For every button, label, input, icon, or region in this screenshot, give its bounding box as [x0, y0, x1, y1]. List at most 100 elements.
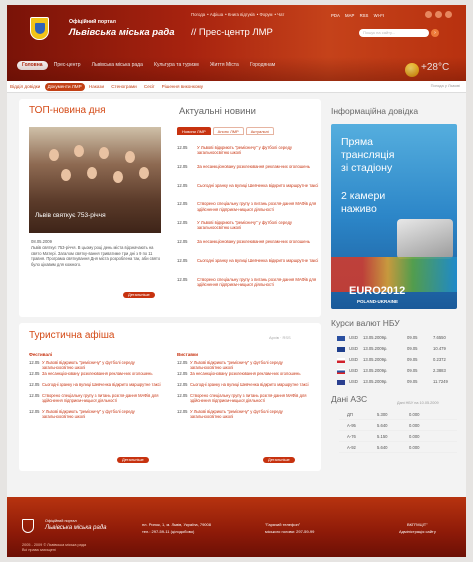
nav-item-culture[interactable]: Культура та туризм [149, 61, 204, 70]
top-link-chat[interactable]: Чат [277, 12, 284, 17]
list-item: 12.05 Створено спеціальну групу з питань … [177, 276, 317, 287]
list-item: 12.05 За несанкціоновану розклеювання рек… [29, 371, 153, 376]
archive-link[interactable]: Архів [269, 335, 279, 340]
exhibitions-more-button[interactable]: Детальніше [263, 457, 295, 463]
footer-copyright-1: 2005 - 2009 © Львівська міська рада [22, 543, 87, 547]
nav-item-council[interactable]: Львівська міська рада [87, 61, 148, 70]
footer-hotline-phone: міського голови: 297-59-99 [265, 529, 315, 534]
subnav-item-transcripts[interactable]: Стенограми [108, 83, 140, 91]
right-links: РDА МАР RSS WI-FI [331, 13, 388, 18]
tab-actual[interactable]: Актуальні [245, 127, 274, 135]
top-link-weather[interactable]: Погода [191, 12, 205, 17]
azs-note: Дані НБУ на 10.05.2009 [397, 401, 439, 405]
top-news-more-button[interactable]: Детальніше [123, 292, 155, 298]
list-item: 12.05 За несанкціоновану розклеювання рек… [177, 163, 310, 169]
footer-portal-title[interactable]: Львівська міська рада [45, 525, 107, 531]
table-row: А-95 5.640 0.000 [339, 421, 457, 431]
mail-icon[interactable] [435, 11, 442, 18]
banner-line-2: трансляція [341, 149, 395, 161]
footer-developer[interactable]: ВКП"МЦІТ" [407, 522, 428, 527]
sub-nav: Відділ довідки Документи ЛМР Накази Стен… [7, 81, 466, 93]
news-list: 12.05 У Львові відкриють "ремісничу" у фу… [177, 145, 321, 295]
nav-item-city-life[interactable]: Життя Міста [205, 61, 244, 70]
main-nav: Головна Прес-центр Львівська міська рада… [17, 61, 466, 72]
nav-item-home[interactable]: Головна [17, 61, 48, 70]
top-news-heading: ТОП-новина дня [29, 105, 106, 116]
footer-phone: тел.: 297-59-11 (цілодобово) [142, 529, 195, 534]
top-news-date: 08.05.2009 [31, 239, 52, 244]
table-row: А-76 5.150 0.000 [339, 432, 457, 442]
rss-link[interactable]: RSS [360, 13, 369, 18]
flag-icon [337, 336, 345, 341]
banner-line-3: зі стадіону [341, 162, 393, 174]
actual-news-heading: Актуальні новини [179, 106, 256, 117]
banner-sub-2: наживо [341, 203, 377, 215]
list-item: 12.05 За несанкціоновану розклеювання рек… [177, 238, 310, 244]
table-row: USD 13.05.2009р. 09.05 0.2372 [337, 355, 457, 365]
top-link-afisha[interactable]: Афіша [210, 12, 223, 17]
table-row: USD 13.05.2009р. 09.05 2.3883 [337, 366, 457, 376]
temperature: +28°C [421, 62, 450, 73]
subnav-item-sessions[interactable]: Сесії [141, 83, 157, 91]
search-input[interactable]: Пошук на сайту... [359, 29, 429, 37]
azs-heading: Дані АЗС [331, 394, 368, 404]
footer-hotline: "Гарячий телефон" [265, 522, 301, 527]
top-news-photo-caption[interactable]: Львів святкує 753-річчя [35, 212, 106, 219]
portal-title[interactable]: Львівська міська рада [69, 27, 175, 38]
footer-admin-link[interactable]: Адміністрація сайту [399, 529, 436, 534]
subnav-item-reference[interactable]: Відділ довідки [7, 83, 43, 91]
afisha-links: Архів · RSS [269, 335, 291, 340]
list-item: 12.05 Створено спеціальну групу з питань … [29, 393, 159, 404]
flag-icon [337, 347, 345, 352]
top-link-guestbook[interactable]: Книга відгуків [228, 12, 255, 17]
list-item: 12.05 У Львові відкриють "ремісничу" у фу… [177, 145, 292, 156]
pda-link[interactable]: РDА [331, 13, 340, 18]
camera-icon [397, 219, 453, 259]
festivals-more-button[interactable]: Детальніше [117, 457, 149, 463]
footer-portal-sub: Офіційний портал [45, 519, 77, 523]
tab-lmr-news[interactable]: Новини ЛМР [177, 127, 211, 135]
table-row: ДП 5.300 0.000 [339, 410, 457, 420]
list-item: 12.05 За несанкціоновану розклеювання рек… [177, 371, 301, 376]
weather-label[interactable]: Погода у Львові [431, 83, 460, 88]
list-item: 12.05 Сьогодні зранку на вулиці Шевченка … [177, 257, 319, 263]
subnav-item-decisions[interactable]: Рішення виконкому [159, 83, 206, 91]
list-item: 12.05 У Львові відкриють "ремісничу" у фу… [177, 220, 292, 231]
news-tabs: Новини ЛМР Анонс ЛМР Актуальні [177, 127, 276, 136]
nav-item-citizens[interactable]: Городянам [245, 61, 280, 70]
footer-coat-of-arms-icon [22, 519, 34, 533]
list-item: 12.05 У Львові відкриють "ремісничу" у фу… [177, 360, 283, 371]
header: Офіційний портал Львівська міська рада /… [7, 5, 466, 81]
nav-item-press[interactable]: Прес-центр [49, 61, 86, 70]
flag-icon [337, 358, 345, 363]
footer-copyright-2: Всі права захищені [22, 548, 56, 552]
subnav-item-orders[interactable]: Накази [86, 83, 107, 91]
list-item: 12.05 У Львові відкриють "ремісничу" у фу… [177, 409, 283, 420]
top-links: Погода • Афіша • Книга відгуків • Форум • Ча… [191, 12, 285, 17]
map-link[interactable]: МАР [345, 13, 354, 18]
exhibitions-heading: Виставки [177, 352, 199, 357]
exhibitions-list: 12.05 У Львові відкриють "ремісничу" у фу… [177, 360, 317, 420]
subnav-item-documents[interactable]: Документи ЛМР [44, 83, 85, 91]
search-icon[interactable]: › [431, 29, 439, 37]
list-item: 12.05 Сьогодні зранку на вулиці Шевченка … [29, 382, 161, 387]
flag-icon [337, 369, 345, 374]
list-item: 12.05 Створено спеціальну групу з питань … [177, 201, 317, 212]
portal-subtitle: Офіційний портал [69, 19, 116, 25]
list-item: 12.05 У Львові відкриють "ремісничу" у фу… [29, 360, 135, 371]
tab-lmr-announce[interactable]: Анонс ЛМР [212, 127, 244, 135]
press-center-title: // Прес-центр ЛМР [191, 27, 273, 38]
sitemap-icon[interactable] [445, 11, 452, 18]
list-item: 12.05 У Львові відкриють "ремісничу" у фу… [29, 409, 135, 420]
festivals-heading: Фестивалі [29, 352, 53, 357]
festivals-list: 12.05 У Львові відкриють "ремісничу" у фу… [29, 360, 169, 420]
lviv-coat-of-arms-icon[interactable] [30, 17, 49, 40]
table-row: А-92 5.640 0.000 [339, 443, 457, 453]
home-icon[interactable] [425, 11, 432, 18]
rss-link[interactable]: RSS [282, 335, 290, 340]
footer-address: пл. Ринок, 1, м. Львів, Україна, 79008 [142, 522, 211, 527]
currency-heading: Курси валют НБУ [331, 318, 400, 328]
wifi-link[interactable]: WI-FI [374, 13, 385, 18]
top-link-forum[interactable]: Форум [259, 12, 272, 17]
table-row: USD 13.05.2009р. 09.05 10.479 [337, 344, 457, 354]
